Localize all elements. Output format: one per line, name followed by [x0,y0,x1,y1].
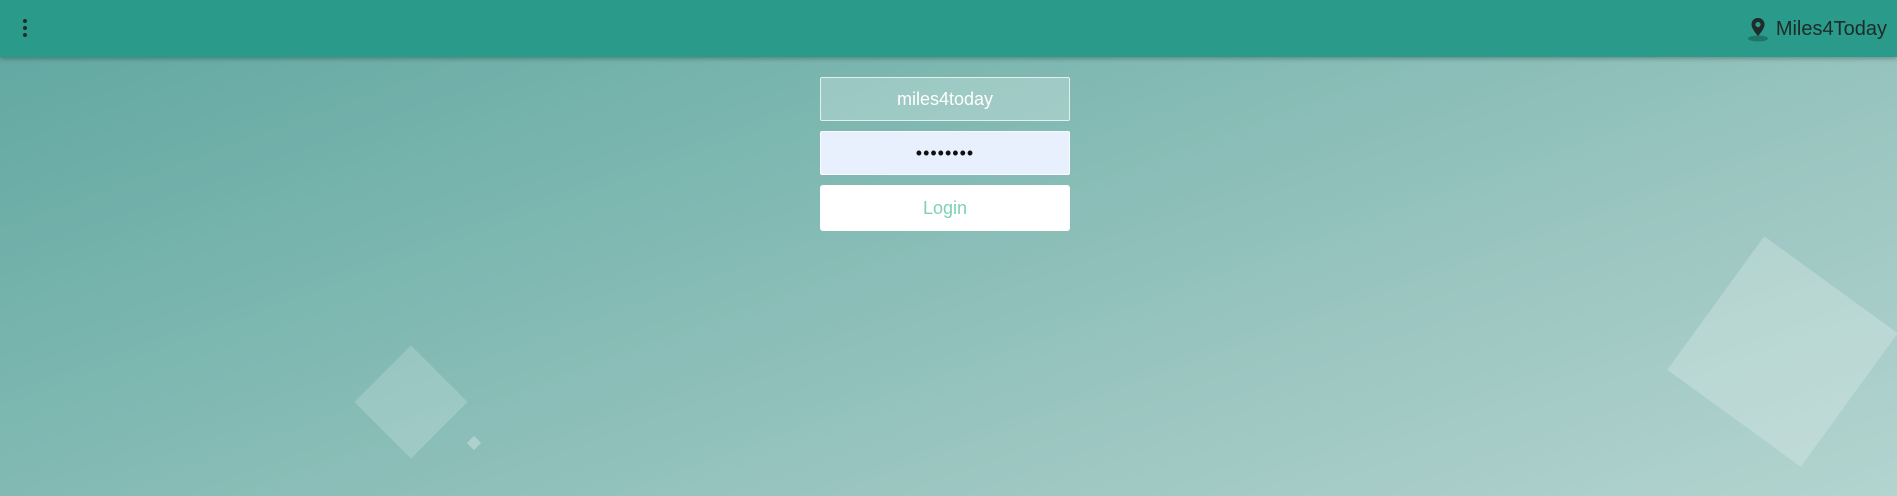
more-vert-icon[interactable] [16,16,34,40]
login-form: Login [820,77,1070,231]
decorative-diamond-small [466,435,482,451]
decorative-square [1667,236,1897,467]
brand-link[interactable]: Miles4Today [1746,14,1887,44]
brand-title: Miles4Today [1775,17,1887,40]
login-button[interactable]: Login [820,185,1070,231]
top-app-bar: Miles4Today [0,0,1897,57]
page: Miles4Today Login [0,0,1897,496]
username-field[interactable] [820,77,1070,121]
decorative-diamond [354,345,468,459]
location-pin-icon [1746,16,1770,42]
password-field[interactable] [820,131,1070,175]
